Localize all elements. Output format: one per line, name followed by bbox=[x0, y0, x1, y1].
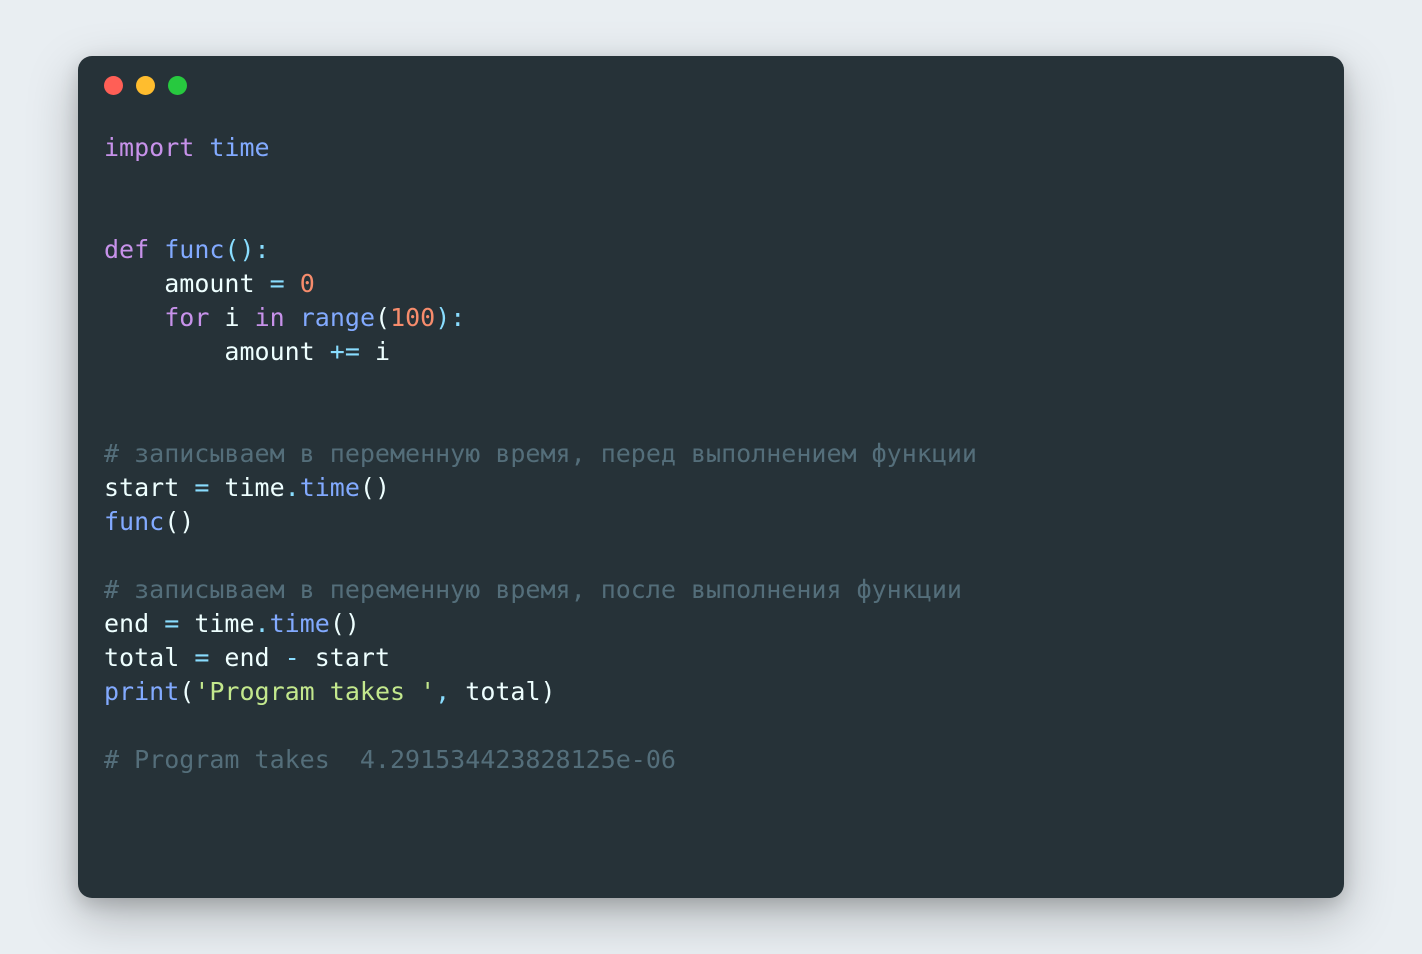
code-line: amount = 0 bbox=[104, 269, 315, 298]
code-line: end = time.time() bbox=[104, 609, 360, 638]
var-total: total bbox=[104, 643, 179, 672]
code-line: amount += i bbox=[104, 337, 390, 366]
func-name: func bbox=[164, 235, 224, 264]
maximize-icon[interactable] bbox=[168, 76, 187, 95]
code-line: print('Program takes ', total) bbox=[104, 677, 556, 706]
keyword-def: def bbox=[104, 235, 149, 264]
keyword-for: for bbox=[164, 303, 209, 332]
minimize-icon[interactable] bbox=[136, 76, 155, 95]
output-comment: # Program takes 4.291534423828125e-06 bbox=[104, 745, 676, 774]
code-line: total = end - start bbox=[104, 643, 390, 672]
var-end: end bbox=[104, 609, 149, 638]
code-line: def func(): bbox=[104, 235, 270, 264]
number-0: 0 bbox=[300, 269, 315, 298]
parens: (): bbox=[224, 235, 269, 264]
call-range: range bbox=[300, 303, 375, 332]
code-line: import time bbox=[104, 133, 270, 162]
code-block: import time def func(): amount = 0 for i… bbox=[78, 101, 1344, 807]
window-titlebar bbox=[78, 56, 1344, 101]
call-func: func bbox=[104, 507, 164, 536]
keyword-import: import bbox=[104, 133, 194, 162]
code-line: # записываем в переменную время, перед в… bbox=[104, 439, 977, 468]
var-amount: amount bbox=[164, 269, 254, 298]
code-line: # Program takes 4.291534423828125e-06 bbox=[104, 745, 676, 774]
code-line: for i in range(100): bbox=[104, 303, 465, 332]
code-window: import time def func(): amount = 0 for i… bbox=[78, 56, 1344, 898]
call-print: print bbox=[104, 677, 179, 706]
code-line: func() bbox=[104, 507, 194, 536]
number-100: 100 bbox=[390, 303, 435, 332]
comment: # записываем в переменную время, после в… bbox=[104, 575, 962, 604]
module-time: time bbox=[209, 133, 269, 162]
code-line: start = time.time() bbox=[104, 473, 390, 502]
comment: # записываем в переменную время, перед в… bbox=[104, 439, 977, 468]
string-literal: 'Program takes ' bbox=[194, 677, 435, 706]
close-icon[interactable] bbox=[104, 76, 123, 95]
keyword-in: in bbox=[255, 303, 285, 332]
var-start: start bbox=[104, 473, 179, 502]
code-line: # записываем в переменную время, после в… bbox=[104, 575, 962, 604]
